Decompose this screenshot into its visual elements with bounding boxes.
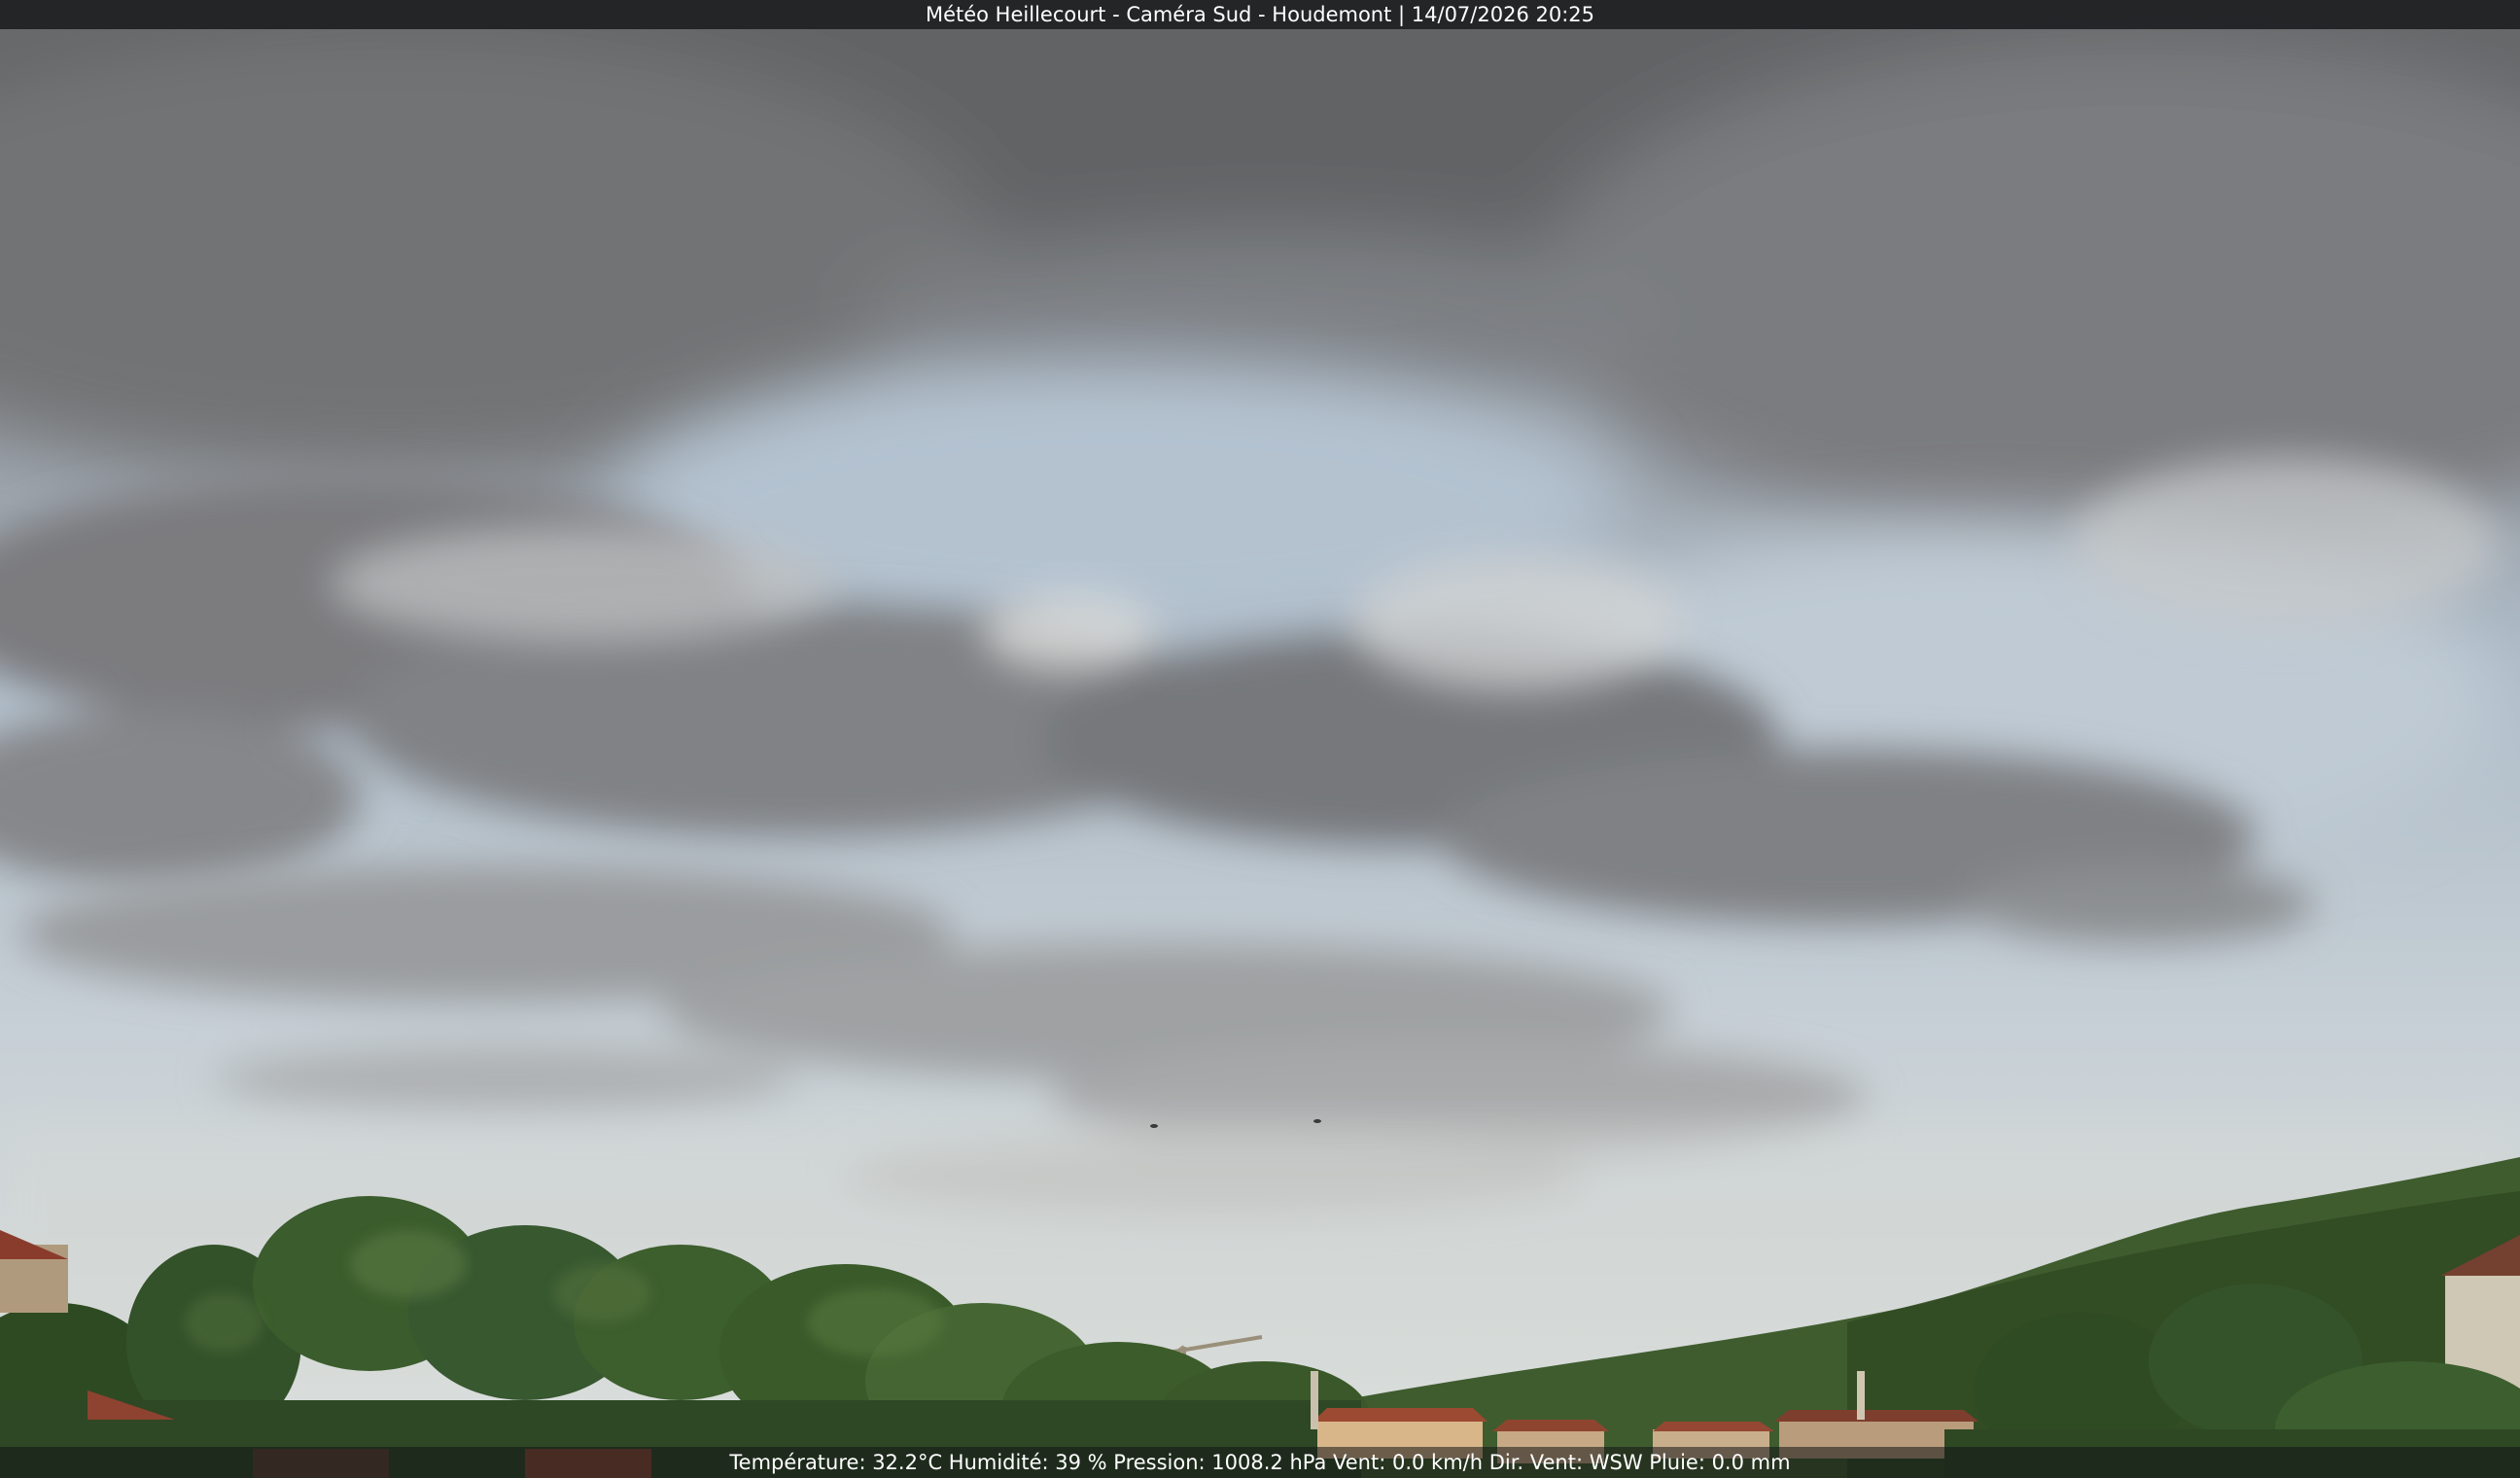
weather-readings: Température: 32.2°C Humidité: 39 % Press… <box>729 1451 1791 1474</box>
webcam-image <box>0 0 2520 1478</box>
weather-info-bar: Température: 32.2°C Humidité: 39 % Press… <box>0 1447 2520 1478</box>
camera-title: Météo Heillecourt - Caméra Sud - Houdemo… <box>925 3 1595 26</box>
camera-title-bar: Météo Heillecourt - Caméra Sud - Houdemo… <box>0 0 2520 29</box>
webcam-frame: Météo Heillecourt - Caméra Sud - Houdemo… <box>0 0 2520 1478</box>
